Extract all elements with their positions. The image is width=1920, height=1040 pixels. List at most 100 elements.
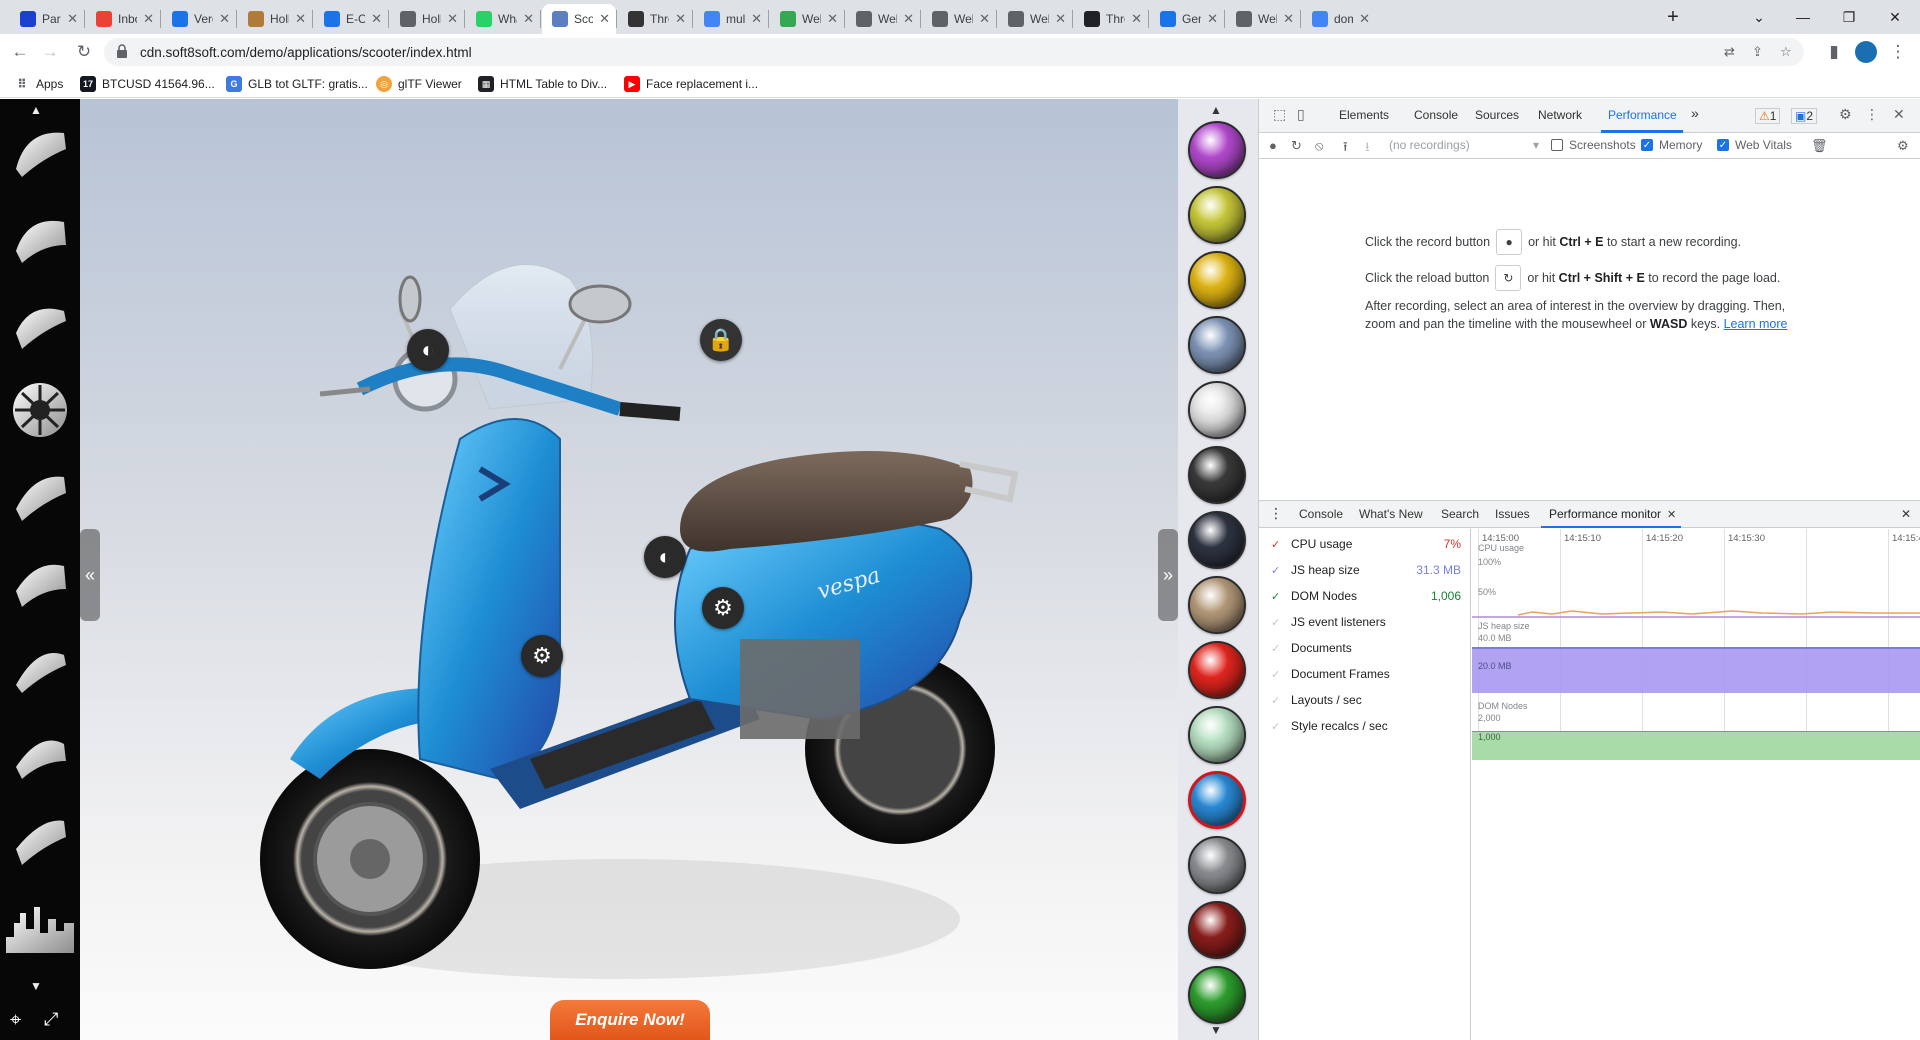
tab-network[interactable]: Network	[1538, 108, 1582, 122]
metric-row[interactable]: ✓ Documents	[1271, 641, 1461, 655]
color-swatch[interactable]	[1188, 641, 1246, 699]
close-tab-icon[interactable]: ✕	[523, 11, 534, 27]
settings-hotspot-icon[interactable]: ⚙	[521, 635, 563, 677]
close-tab-icon[interactable]: ✕	[67, 11, 78, 27]
browser-menu-icon[interactable]: ⋮	[1884, 38, 1912, 66]
enquire-now-button[interactable]: Enquire Now!	[550, 1000, 710, 1040]
bookmark-glb-gltf[interactable]: G GLB tot GLTF: gratis...	[226, 76, 368, 92]
browser-tab[interactable]: E-Co ✕	[314, 4, 388, 34]
bookmark-btcusd[interactable]: 17 BTCUSD 41564.96...	[80, 76, 215, 92]
reload-record-icon[interactable]: ↻	[1291, 138, 1302, 154]
tab-elements[interactable]: Elements	[1339, 108, 1389, 122]
browser-tab[interactable]: dom ✕	[1302, 4, 1376, 34]
devtools-menu-icon[interactable]: ⋮	[1865, 106, 1879, 123]
metric-row[interactable]: ✓ Document Frames	[1271, 667, 1461, 681]
bookmark-apps[interactable]: ⠿ Apps	[14, 76, 63, 92]
tab-search-chevron-icon[interactable]: ⌄	[1736, 0, 1782, 34]
drawer-tab-console[interactable]: Console	[1299, 507, 1343, 521]
color-swatch[interactable]	[1188, 511, 1246, 569]
warnings-badge[interactable]: ⚠1	[1755, 108, 1781, 124]
close-tab-icon[interactable]: ✕	[979, 11, 990, 27]
browser-tab[interactable]: Web ✕	[998, 4, 1072, 34]
location-pin-icon[interactable]: ⌖	[10, 1009, 21, 1032]
share-icon[interactable]: ⇪	[1752, 44, 1768, 60]
tab-performance[interactable]: Performance	[1608, 108, 1677, 122]
close-tab-icon[interactable]: ✕	[143, 11, 154, 27]
close-devtools-icon[interactable]: ✕	[1893, 106, 1905, 123]
browser-tab[interactable]: Web ✕	[922, 4, 996, 34]
capture-settings-icon[interactable]: ⚙	[1897, 138, 1909, 154]
close-window-button[interactable]: ✕	[1872, 0, 1918, 34]
light-hotspot-icon[interactable]: ◐	[644, 536, 686, 578]
metric-check-icon[interactable]: ✓	[1271, 564, 1283, 577]
side-trim-icon[interactable]	[6, 205, 74, 271]
browser-tab[interactable]: Three ✕	[1074, 4, 1148, 34]
browser-tab[interactable]: Inbox ✕	[86, 4, 160, 34]
close-tab-icon[interactable]: ✕	[1055, 11, 1066, 27]
reload-button[interactable]: ↻	[70, 38, 98, 66]
color-swatch[interactable]	[1188, 901, 1246, 959]
record-icon[interactable]: ●	[1269, 138, 1277, 153]
browser-tab[interactable]: Paras ✕	[10, 4, 84, 34]
bookmark-gltf-viewer[interactable]: ◎ glTF Viewer	[376, 76, 462, 92]
close-tab-icon[interactable]: ✕	[219, 11, 230, 27]
bookmark-face-replacement[interactable]: ▶ Face replacement i...	[624, 76, 758, 92]
mirror-icon[interactable]	[6, 721, 74, 787]
color-swatch[interactable]	[1188, 121, 1246, 179]
web-vitals-checkbox[interactable]: ✓ Web Vitals	[1717, 138, 1792, 152]
color-swatch[interactable]	[1188, 316, 1246, 374]
reload-button-icon[interactable]: ↻	[1495, 265, 1522, 291]
metric-row[interactable]: ✓ CPU usage 7%	[1271, 537, 1461, 551]
drawer-tab-whats-new[interactable]: What's New	[1359, 507, 1423, 521]
metric-row[interactable]: ✓ Layouts / sec	[1271, 693, 1461, 707]
trash-icon[interactable]: 🗑	[1811, 138, 1828, 154]
close-drawer-tab-icon[interactable]: ✕	[1667, 508, 1676, 521]
metric-check-icon[interactable]: ✓	[1271, 642, 1283, 655]
messages-badge[interactable]: ▣2	[1791, 108, 1818, 124]
metric-check-icon[interactable]: ✓	[1271, 590, 1283, 603]
drawer-tab-search[interactable]: Search	[1441, 507, 1479, 521]
learn-more-link[interactable]: Learn more	[1724, 317, 1788, 331]
footrest-icon[interactable]	[6, 807, 74, 873]
close-tab-icon[interactable]: ✕	[599, 11, 610, 27]
address-bar[interactable]: cdn.soft8soft.com/demo/applications/scoo…	[104, 38, 1804, 66]
settings-hotspot-icon[interactable]: ⚙	[702, 587, 744, 629]
memory-checkbox[interactable]: ✓ Memory	[1641, 138, 1702, 152]
more-tabs-icon[interactable]: »	[1691, 105, 1699, 121]
close-tab-icon[interactable]: ✕	[295, 11, 306, 27]
upload-icon[interactable]: ⭱	[1343, 138, 1348, 160]
browser-tab[interactable]: Holla ✕	[238, 4, 312, 34]
color-swatch[interactable]	[1188, 836, 1246, 894]
close-tab-icon[interactable]: ✕	[1131, 11, 1142, 27]
close-tab-icon[interactable]: ✕	[675, 11, 686, 27]
color-swatch[interactable]	[1188, 771, 1246, 829]
metric-check-icon[interactable]: ✓	[1271, 668, 1283, 681]
close-tab-icon[interactable]: ✕	[1359, 11, 1370, 27]
screenshots-checkbox[interactable]: Screenshots	[1551, 138, 1636, 152]
close-tab-icon[interactable]: ✕	[447, 11, 458, 27]
close-tab-icon[interactable]: ✕	[371, 11, 382, 27]
metric-check-icon[interactable]: ✓	[1271, 616, 1283, 629]
new-tab-button[interactable]: +	[1650, 0, 1696, 34]
tab-console[interactable]: Console	[1414, 108, 1458, 122]
back-button[interactable]: ←	[6, 38, 34, 66]
metric-row[interactable]: ✓ Style recalcs / sec	[1271, 719, 1461, 733]
bookmark-star-icon[interactable]: ☆	[1780, 44, 1796, 60]
record-button-icon[interactable]: ●	[1496, 229, 1523, 255]
fullscreen-icon[interactable]: ⤢	[44, 1009, 58, 1030]
metric-check-icon[interactable]: ✓	[1271, 720, 1283, 733]
side-panel-icon[interactable]: ▮	[1820, 38, 1848, 66]
color-swatch[interactable]	[1188, 706, 1246, 764]
clear-icon[interactable]: ⦸	[1315, 138, 1323, 154]
close-tab-icon[interactable]: ✕	[1207, 11, 1218, 27]
download-icon[interactable]: ⭳	[1365, 138, 1370, 160]
device-toolbar-icon[interactable]: ▯	[1297, 106, 1305, 123]
metric-check-icon[interactable]: ✓	[1271, 694, 1283, 707]
profile-avatar[interactable]	[1852, 38, 1880, 66]
collapse-right-button[interactable]: »	[1158, 529, 1178, 621]
close-tab-icon[interactable]: ✕	[751, 11, 762, 27]
scroll-up-arrow-icon[interactable]: ▲	[1210, 103, 1222, 117]
leg-shield-icon[interactable]	[6, 463, 74, 529]
color-swatch[interactable]	[1188, 251, 1246, 309]
headlight-hotspot-icon[interactable]: ◐	[407, 329, 449, 371]
